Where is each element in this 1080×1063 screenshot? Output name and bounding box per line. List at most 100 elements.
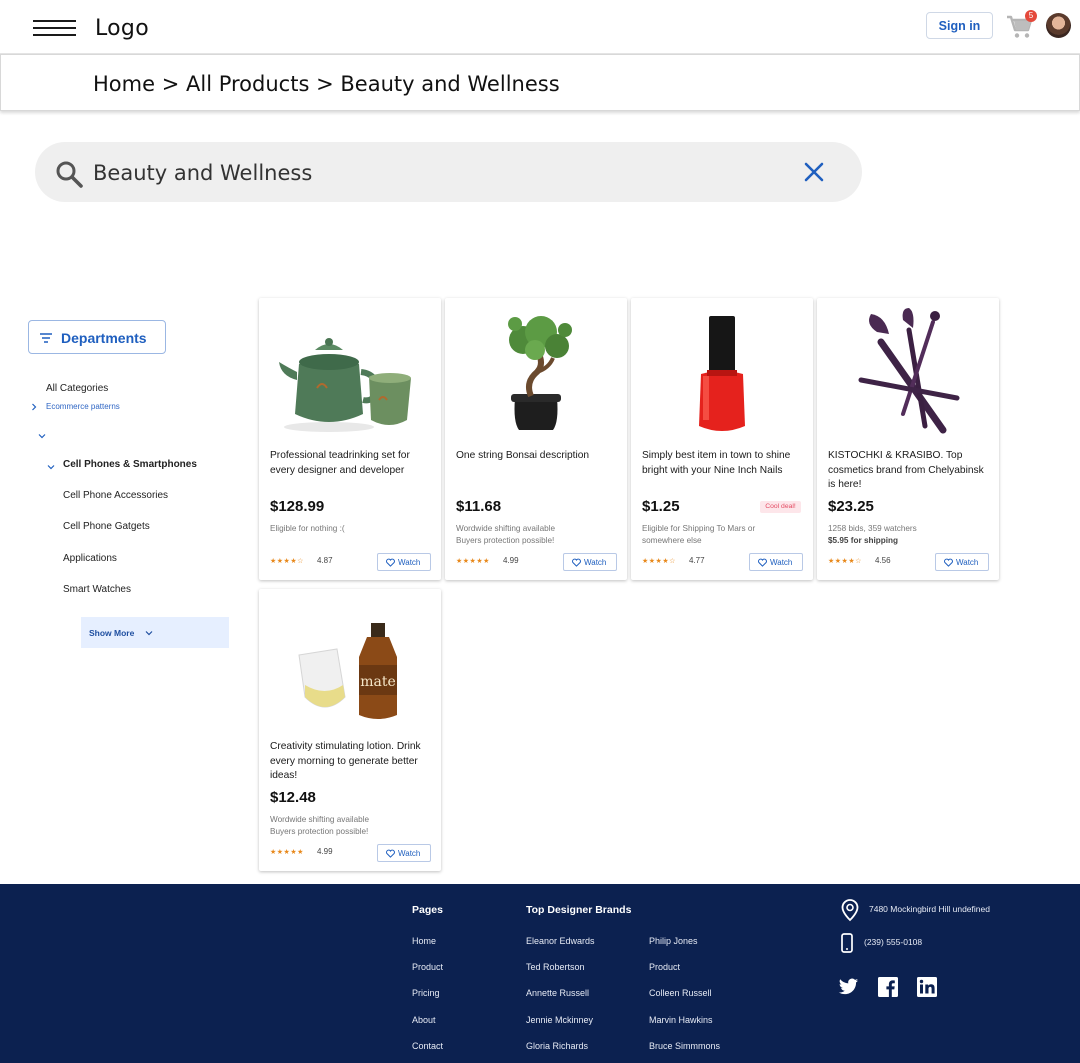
footer-link-product[interactable]: Product [412,962,443,972]
footer-brand-link[interactable]: Annette Russell [526,988,589,998]
mate-bottle-image: mate [298,623,397,719]
departments-button[interactable]: Departments [28,320,166,354]
bonsai-image [508,316,572,430]
rating-value: 4.99 [317,847,333,856]
footer-brand-link[interactable]: Eleanor Edwards [526,936,595,946]
twitter-icon[interactable] [838,978,859,996]
rating-value: 4.56 [875,556,891,565]
footer-brand-link[interactable]: Philip Jones [649,936,698,946]
product-price: $23.25 [828,498,874,515]
footer-brand-link[interactable]: Marvin Hawkins [649,1015,713,1025]
watch-button[interactable]: Watch [749,553,803,571]
cart-count-badge: 5 [1025,10,1037,22]
footer-link-pricing[interactable]: Pricing [412,988,440,998]
footer-pages-heading: Pages [412,904,443,916]
breadcrumb: Home > All Products > Beauty and Wellnes… [93,72,560,96]
breadcrumb-bar: Home > All Products > Beauty and Wellnes… [0,54,1080,111]
watch-label: Watch [398,558,421,567]
ecommerce-patterns-link[interactable]: Ecommerce patterns [46,402,120,411]
star-rating-icon: ★★★★☆ [270,558,304,565]
product-title[interactable]: Professional teadrinking set for every d… [270,449,435,478]
product-card[interactable]: One string Bonsai description $11.68 Wor… [445,298,627,580]
search-input[interactable] [93,157,783,189]
footer-brand-link[interactable]: Gloria Richards [526,1041,588,1051]
footer-brand-link[interactable]: Colleen Russell [649,988,712,998]
watch-button[interactable]: Watch [935,553,989,571]
makeup-brushes-image [858,308,960,434]
chevron-down-icon[interactable] [38,432,46,440]
svg-text:mate: mate [360,674,396,690]
watch-label: Watch [956,558,979,567]
rating-value: 4.87 [317,556,333,565]
shipping-line-2: somewhere else [642,536,702,545]
all-categories-link[interactable]: All Categories [46,383,108,394]
filter-icon [40,333,52,343]
nail-polish-image [699,316,745,431]
shipping-line-2: Buyers protection possible! [270,827,369,836]
search-icon [56,161,83,188]
heart-icon [386,558,395,567]
logo[interactable]: Logo [95,16,149,41]
shipping-line-1: Eligible for nothing :( [270,524,345,533]
breadcrumb-home[interactable]: Home [93,72,155,96]
sidebar-item-applications[interactable]: Applications [63,553,117,564]
hamburger-menu-icon[interactable] [33,20,76,37]
footer-address: 7480 Mockingbird Hill undefined [869,904,990,914]
shipping-line-1: Wordwide shifting available [456,524,556,533]
product-card[interactable]: Simply best item in town to shine bright… [631,298,813,580]
footer-brand-link[interactable]: Jennie Mckinney [526,1015,593,1025]
breadcrumb-all-products[interactable]: All Products [186,72,309,96]
chevron-down-icon[interactable] [47,463,55,471]
user-avatar[interactable] [1046,13,1071,38]
footer-brands-heading: Top Designer Brands [526,904,632,916]
footer-link-contact[interactable]: Contact [412,1041,443,1051]
product-card[interactable]: KISTOCHKI & KRASIBO. Top cosmetics brand… [817,298,999,580]
sidebar-item-smart-watches[interactable]: Smart Watches [63,584,131,595]
chevron-down-icon [145,631,153,636]
product-title[interactable]: One string Bonsai description [456,449,621,464]
phone-icon [841,933,853,953]
rating-value: 4.99 [503,556,519,565]
watch-button[interactable]: Watch [377,553,431,571]
heart-icon [758,558,767,567]
star-rating-icon: ★★★★★ [456,558,490,565]
watch-label: Watch [398,849,421,858]
shipping-info: Eligible for Shipping To Mars or somewhe… [642,523,802,547]
product-title[interactable]: KISTOCHKI & KRASIBO. Top cosmetics brand… [828,449,993,493]
show-more-button[interactable]: Show More [81,617,229,648]
close-icon[interactable] [803,161,825,183]
shipping-info: 1258 bids, 359 watchers $5.95 for shippi… [828,523,988,547]
watch-button[interactable]: Watch [563,553,617,571]
sidebar-item-accessories[interactable]: Cell Phone Accessories [63,490,168,501]
footer: Pages Home Product Pricing About Contact… [0,884,1080,1063]
shipping-line-2: Buyers protection possible! [456,536,555,545]
watch-button[interactable]: Watch [377,844,431,862]
footer-brand-link[interactable]: Bruce Simmmons [649,1041,720,1051]
shipping-cost: $5.95 for shipping [828,536,899,545]
product-title[interactable]: Simply best item in town to shine bright… [642,449,807,478]
shipping-info: Wordwide shifting available Buyers prote… [456,523,616,547]
footer-link-about[interactable]: About [412,1015,436,1025]
product-price: $12.48 [270,789,316,806]
shipping-line-1: 1258 bids, 359 watchers [828,524,917,533]
deal-badge: Cool deal! [760,501,801,513]
footer-link-home[interactable]: Home [412,936,436,946]
product-price: $11.68 [456,498,502,515]
facebook-icon[interactable] [878,977,898,997]
watch-label: Watch [770,558,793,567]
sign-in-button[interactable]: Sign in [926,12,993,39]
footer-brand-link[interactable]: Product [649,962,680,972]
product-card[interactable]: mate Creativity stimulating lotion. Drin… [259,589,441,871]
sidebar-item-gadgets[interactable]: Cell Phone Gatgets [63,521,150,532]
breadcrumb-current[interactable]: Beauty and Wellness [340,72,559,96]
linkedin-icon[interactable] [917,977,937,997]
product-price: $1.25 [642,498,680,515]
product-card[interactable]: Professional teadrinking set for every d… [259,298,441,580]
shipping-info: Wordwide shifting available Buyers prote… [270,814,430,838]
product-title[interactable]: Creativity stimulating lotion. Drink eve… [270,740,435,784]
sidebar-category-cell-phones[interactable]: Cell Phones & Smartphones [63,459,197,470]
watch-label: Watch [584,558,607,567]
footer-brand-link[interactable]: Ted Robertson [526,962,585,972]
product-price: $128.99 [270,498,325,515]
chevron-right-icon[interactable] [30,403,38,411]
